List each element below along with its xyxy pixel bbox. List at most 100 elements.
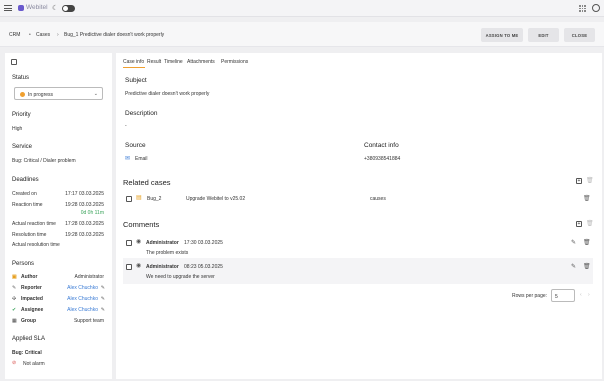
comment-row-highlight (123, 258, 593, 284)
comment-text: We need to upgrade the server (146, 274, 215, 280)
logo-icon (18, 4, 24, 11)
case-sidebar: Status In progress ⌄ Priority High Servi… (5, 53, 112, 379)
email-icon: ✉ (125, 156, 131, 162)
comment-checkbox[interactable] (126, 264, 132, 270)
edit-icon[interactable]: ✎ (101, 296, 105, 302)
avatar-icon: ◉ (136, 239, 142, 245)
breadcrumb-crm[interactable]: CRM (9, 32, 20, 38)
delete-icon[interactable]: 🗑 (583, 239, 591, 246)
rows-per-page-label: Rows per page: (512, 293, 548, 299)
active-tab-indicator (123, 67, 145, 68)
impacted-link[interactable]: Alex Chuchko (67, 296, 98, 302)
deadline-label: Actual resolution time (12, 242, 60, 248)
delete-icon[interactable]: 🗑 (586, 220, 594, 227)
deadline-label: Actual reaction time (12, 221, 56, 227)
tab-result[interactable]: Result (147, 59, 161, 65)
deadline-value: 19:28 03.03.2025 (65, 232, 104, 238)
case-details: Case info Result Timeline Attachments Pe… (116, 53, 602, 379)
group-icon: ▦ (12, 318, 17, 324)
breadcrumb-bar: CRM • Cases › Bug_1 Predictive dialer do… (0, 22, 604, 47)
chevron-down-icon: ⌄ (93, 91, 98, 97)
tab-attachments[interactable]: Attachments (187, 59, 215, 65)
service-value: Bug: Critical / Dialer problem (12, 158, 76, 164)
rows-per-page-value: 5 (555, 293, 558, 300)
subject-title: Subject (125, 77, 147, 84)
comments-title: Comments (123, 220, 160, 229)
sla-title: Applied SLA (12, 336, 46, 342)
logo-text: Webitel (26, 4, 48, 11)
related-case-relation: causes (370, 196, 386, 202)
not-alarm-icon: ⊘ (12, 360, 17, 366)
reporter-icon: ✎ (12, 285, 17, 291)
tab-timeline[interactable]: Timeline (164, 59, 183, 65)
moon-icon: ☾ (52, 5, 59, 12)
comment-time: 17:30 03.03.2025 (184, 240, 223, 246)
app-logo[interactable]: Webitel (18, 4, 48, 11)
apps-grid-icon[interactable] (579, 5, 586, 12)
menu-icon[interactable] (4, 5, 12, 13)
related-case-subject: Upgrade Webitel to v25.02 (186, 196, 246, 202)
breadcrumb-separator-icon: › (57, 32, 59, 38)
deadline-label: Created on (12, 191, 37, 197)
edit-button[interactable]: EDIT (528, 28, 559, 42)
person-role: Reporter (21, 285, 42, 291)
priority-value: High (12, 126, 23, 132)
description-title: Description (125, 110, 158, 117)
tab-case-info[interactable]: Case info (123, 59, 144, 65)
source-title: Source (125, 142, 146, 149)
breadcrumb-current: Bug_1 Predictive dialer doesn't work pro… (64, 32, 165, 38)
comment-author: Administrator (146, 264, 179, 270)
sla-alarm: Not alarm (23, 361, 45, 367)
description-value: - (125, 123, 127, 129)
avatar-icon: ◉ (136, 263, 142, 269)
user-account-icon[interactable] (592, 4, 600, 12)
deadline-value: 19:28 03.03.2025 (65, 202, 104, 208)
close-button[interactable]: CLOSE (564, 28, 595, 42)
add-related-icon[interactable]: + (576, 178, 582, 184)
reaction-remaining: 0d 0h 11m (80, 210, 104, 216)
rows-per-page-select[interactable]: 5 (551, 289, 575, 302)
source-value: Email (135, 156, 148, 162)
edit-icon[interactable]: ✎ (101, 307, 105, 313)
deadlines-title: Deadlines (12, 177, 39, 183)
related-cases-title: Related cases (123, 178, 171, 187)
comment-checkbox[interactable] (126, 240, 132, 246)
priority-title: Priority (12, 112, 31, 118)
theme-toggle[interactable] (62, 5, 75, 12)
add-comment-icon[interactable]: + (576, 221, 582, 227)
impacted-icon: ✣ (12, 296, 17, 302)
person-role: Author (21, 274, 38, 280)
delete-icon[interactable]: 🗑 (586, 177, 594, 184)
delete-icon[interactable]: 🗑 (583, 263, 591, 270)
next-page-icon[interactable]: › (588, 292, 590, 298)
edit-icon[interactable]: ✎ (101, 285, 105, 291)
delete-icon[interactable]: 🗑 (583, 195, 591, 202)
persons-title: Persons (12, 261, 35, 267)
deadline-value: 17:28 03.03.2025 (65, 221, 104, 227)
case-icon: ▤ (136, 195, 142, 201)
comment-time: 08:23 05.03.2025 (184, 264, 223, 270)
sla-name: Bug: Critical (12, 350, 42, 356)
deadline-value: 17:17 03.03.2025 (65, 191, 104, 197)
tab-permissions[interactable]: Permissions (221, 59, 248, 65)
edit-icon[interactable]: ✎ (571, 239, 576, 246)
assignee-link[interactable]: Alex Chuchko (67, 307, 98, 313)
deadline-label: Resolution time (12, 232, 47, 238)
comment-text: The problem exists (146, 250, 189, 256)
related-row-checkbox[interactable] (126, 196, 132, 202)
status-select[interactable]: In progress ⌄ (14, 87, 103, 100)
related-case-id[interactable]: Bug_2 (147, 196, 161, 202)
deadline-label: Reaction time (12, 202, 43, 208)
reporter-link[interactable]: Alex Chuchko (67, 285, 98, 291)
author-name: Administrator (74, 274, 104, 280)
prev-page-icon[interactable]: ‹ (580, 292, 582, 298)
collapse-panel-icon[interactable] (11, 59, 17, 65)
breadcrumb-cases[interactable]: Cases (36, 32, 50, 38)
breadcrumb-separator-icon: • (29, 32, 31, 38)
person-role: Impacted (21, 296, 43, 302)
edit-icon[interactable]: ✎ (571, 263, 576, 270)
assign-to-me-button[interactable]: ASSIGN TO ME (481, 28, 523, 42)
status-title: Status (12, 75, 30, 81)
comment-author: Administrator (146, 240, 179, 246)
author-icon: ▣ (12, 274, 17, 280)
